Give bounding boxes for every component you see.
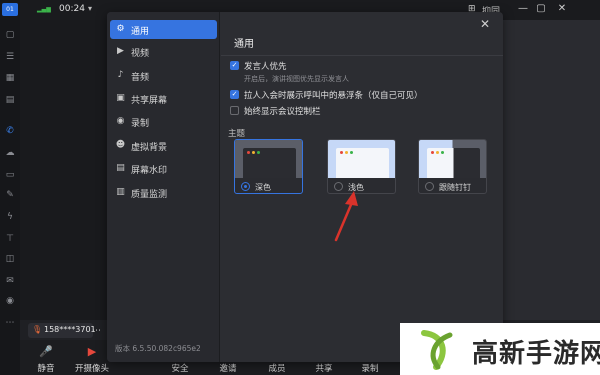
speaker-first-label: 发言人优先: [244, 62, 287, 72]
speaker-first-hint: 开启后，演讲视图优先显示发言人: [244, 75, 349, 83]
speaker-first-checkbox[interactable]: ✓: [230, 61, 239, 70]
more-icon[interactable]: ⋯: [5, 318, 15, 328]
settings-title: 通用: [234, 39, 254, 50]
theme-dark-card[interactable]: 深色: [234, 139, 303, 194]
settings-dialog: ⚙ 通用 ▶ 视频 ♪ 音频 ▣ 共享屏幕 ◉ 录制 ☻ 虚拟背景 ▤ 屏幕水印…: [107, 12, 503, 362]
always-show-controls-label: 始终显示会议控制栏: [244, 107, 321, 117]
meeting-timer: 00:24: [59, 4, 85, 14]
watermark-text: 高新手游网: [472, 339, 600, 369]
theme-light-radio[interactable]: [334, 182, 343, 191]
theme-follow-preview: [419, 140, 486, 178]
share-screen-icon: ▣: [116, 93, 125, 103]
version-label: 版本 6.5.50.082c965e2: [115, 344, 201, 353]
settings-nav-general[interactable]: ⚙ 通用: [110, 20, 217, 39]
theme-light-card[interactable]: 浅色: [327, 139, 396, 194]
watermark-icon: ▤: [116, 163, 125, 173]
video-icon: ▶: [117, 46, 124, 56]
theme-light-preview: [328, 140, 395, 178]
settings-nav-virtual-background[interactable]: ☻ 虚拟背景: [110, 136, 217, 155]
virtual-background-icon: ☻: [115, 140, 126, 150]
always-show-controls-checkbox[interactable]: [230, 106, 239, 115]
maximize-icon[interactable]: ▢: [535, 3, 547, 15]
signal-icon: ▂▄▆: [37, 6, 51, 13]
mute-button[interactable]: 🎤 静音: [33, 345, 59, 374]
more-options-icon[interactable]: ⋯: [92, 326, 101, 336]
doc-icon[interactable]: ▤: [5, 95, 15, 105]
box-icon[interactable]: ◫: [5, 254, 15, 264]
apps-icon[interactable]: ▦: [5, 73, 15, 83]
theme-follow-label: 跟随钉钉: [439, 183, 471, 192]
gear-icon: ⚙: [116, 24, 125, 34]
cloud-icon[interactable]: ☁: [5, 148, 15, 158]
mic-icon: ♪: [117, 70, 124, 80]
pin-icon[interactable]: ⊤: [5, 234, 15, 244]
camera-button[interactable]: ▶ 开摄像头: [72, 345, 112, 374]
minimize-icon[interactable]: —: [517, 3, 529, 15]
theme-follow-card[interactable]: 跟随钉钉: [418, 139, 487, 194]
participant-name: 158****3701: [44, 325, 96, 334]
mail-icon[interactable]: ✉: [5, 276, 15, 286]
watermark-logo-icon: [421, 330, 453, 370]
edit-icon[interactable]: ✎: [5, 190, 15, 200]
theme-section-label: 主题: [228, 129, 246, 139]
app-rail: 01 ▢ ☰ ▦ ▤ ✆ ☁ ▭ ✎ ϟ ⊤ ◫ ✉ ◉ ⋯: [0, 0, 20, 375]
camera-off-icon: ▶: [87, 345, 97, 358]
mic-muted-icon: 🎙: [32, 325, 43, 334]
settings-nav-video[interactable]: ▶ 视频: [110, 42, 217, 61]
close-icon[interactable]: ✕: [478, 17, 492, 31]
lightning-icon[interactable]: ϟ: [5, 212, 15, 222]
chevron-down-icon[interactable]: ▾: [88, 4, 92, 13]
globe-icon[interactable]: ◉: [5, 296, 15, 306]
divider: [221, 55, 503, 56]
quality-icon: ▥: [116, 187, 125, 197]
chat-icon[interactable]: ▢: [5, 30, 15, 40]
calling-bar-label: 拉人入会时展示呼叫中的悬浮条（仅自己可见）: [244, 91, 423, 101]
theme-light-label: 浅色: [348, 183, 364, 192]
app-logo: 01: [2, 3, 18, 16]
settings-nav: ⚙ 通用 ▶ 视频 ♪ 音频 ▣ 共享屏幕 ◉ 录制 ☻ 虚拟背景 ▤ 屏幕水印…: [107, 12, 220, 362]
settings-content: 通用 ✕ ✓ 发言人优先 开启后，演讲视图优先显示发言人 ✓ 拉人入会时展示呼叫…: [221, 12, 503, 362]
settings-nav-quality[interactable]: ▥ 质量监测: [110, 183, 217, 202]
close-window-icon[interactable]: ✕: [556, 3, 568, 15]
contacts-icon[interactable]: ☰: [5, 52, 15, 62]
record-icon: ◉: [116, 116, 125, 126]
theme-dark-preview: [235, 140, 302, 178]
calling-bar-checkbox[interactable]: ✓: [230, 90, 239, 99]
watermark-overlay: 高新手游网: [400, 323, 600, 375]
phone-icon[interactable]: ✆: [5, 126, 15, 136]
participant-nametag: 🎙 158****3701: [28, 323, 96, 338]
theme-follow-radio[interactable]: [425, 182, 434, 191]
settings-nav-record[interactable]: ◉ 录制: [110, 112, 217, 131]
theme-dark-label: 深色: [255, 183, 271, 192]
side-panel: [500, 20, 600, 320]
settings-nav-share-screen[interactable]: ▣ 共享屏幕: [110, 89, 217, 108]
settings-nav-audio[interactable]: ♪ 音频: [110, 66, 217, 85]
mic-off-icon: 🎤: [39, 345, 53, 358]
settings-nav-watermark[interactable]: ▤ 屏幕水印: [110, 159, 217, 178]
calendar-icon[interactable]: ▭: [5, 170, 15, 180]
theme-dark-radio[interactable]: [241, 182, 250, 191]
